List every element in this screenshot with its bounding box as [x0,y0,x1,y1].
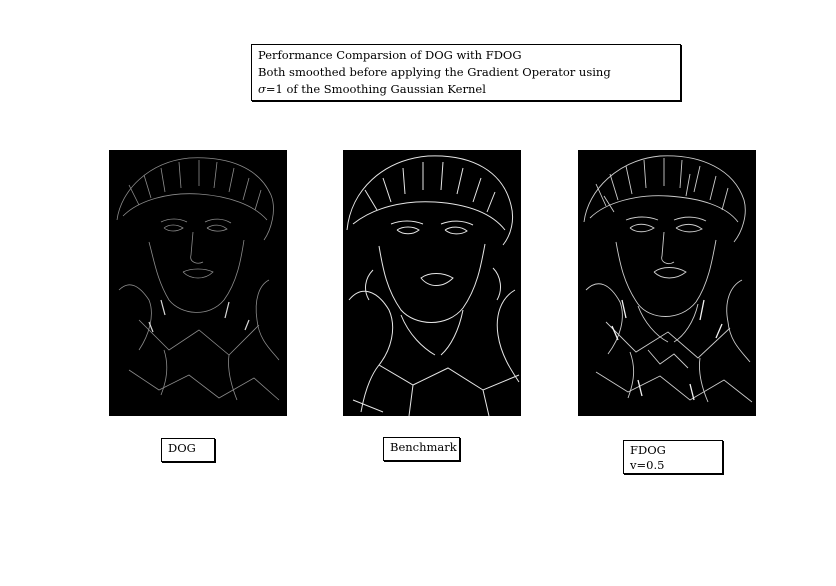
fdog-parameter-label: v=0.5 [630,458,665,472]
dog-label: DOG [161,438,215,462]
dog-edge-drawing [116,157,280,401]
caption-line-3: σ=1 of the Smoothing Gaussian Kernel [258,81,674,98]
fdog-edge-drawing [583,155,753,403]
caption-line-1: Performance Comparsion of DOG with FDOG [258,48,522,62]
sigma-symbol: σ [258,82,266,96]
benchmark-label: Benchmark [383,437,460,461]
fdog-edge-image [578,150,756,416]
benchmark-edge-image [343,150,521,416]
fdog-label: FDOG [630,443,666,457]
benchmark-edge-drawing [346,155,520,416]
fdog-label-box: FDOG v=0.5 [623,440,723,474]
figure-caption-box: Performance Comparsion of DOG with FDOG … [251,44,681,101]
dog-edge-image [109,150,287,416]
caption-line-2: Both smoothed before applying the Gradie… [258,65,611,79]
caption-line-3-text: =1 of the Smoothing Gaussian Kernel [265,82,486,96]
